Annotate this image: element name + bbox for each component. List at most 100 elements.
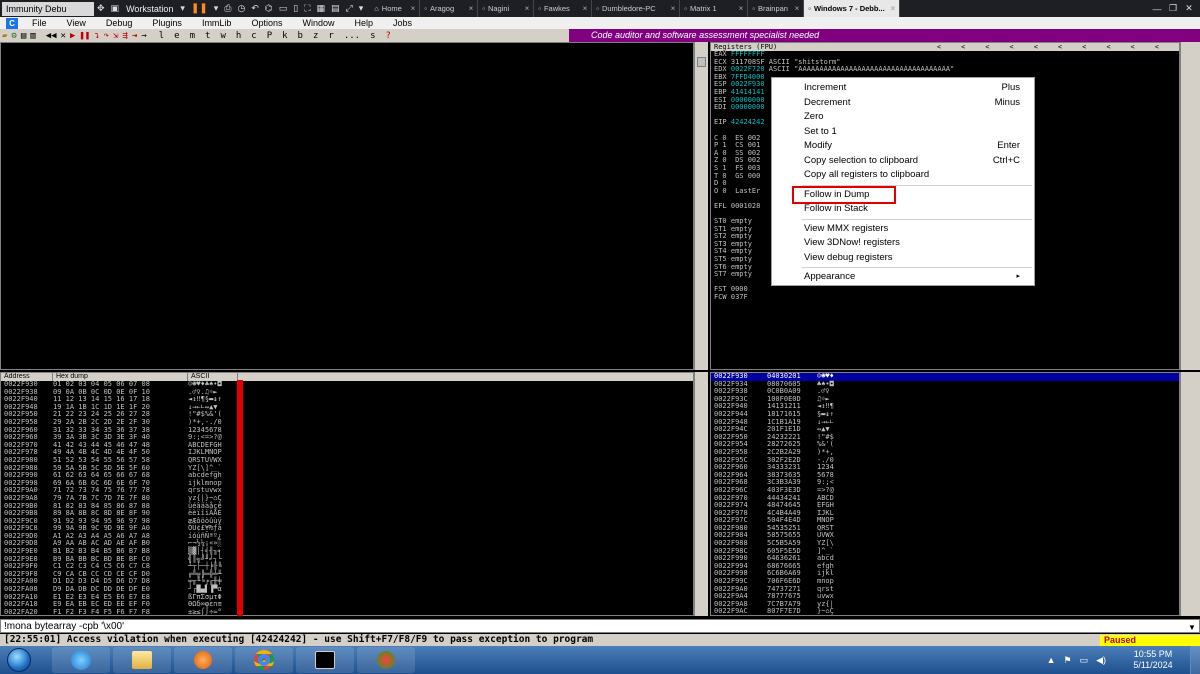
- toolbar-help[interactable]: ?: [381, 31, 396, 41]
- close-icon[interactable]: ×: [583, 0, 588, 17]
- pause-icon[interactable]: ❚❚: [188, 3, 211, 14]
- start-button[interactable]: [0, 646, 38, 674]
- taskbar-explorer[interactable]: [113, 647, 171, 673]
- vm-tab[interactable]: ▫ Aragog ×: [420, 0, 479, 17]
- toolbar-letter-p[interactable]: P: [262, 31, 277, 41]
- command-input[interactable]: !mona bytearray -cpb '\x00' ▼: [0, 619, 1200, 633]
- toolbar-letter-more[interactable]: ...: [339, 31, 365, 41]
- vm-tab[interactable]: ▫ Fawkes ×: [534, 0, 593, 17]
- header-arrows[interactable]: <<<<<<<<<<: [937, 43, 1179, 51]
- toolbar-letter-t[interactable]: t: [200, 31, 215, 41]
- step-into-icon[interactable]: ↴: [92, 31, 101, 41]
- step-over-icon[interactable]: ↷: [102, 31, 111, 41]
- toolbar-letter-k[interactable]: k: [277, 31, 292, 41]
- close-icon[interactable]: ×: [525, 0, 530, 17]
- restore-icon[interactable]: ❐: [1166, 3, 1180, 14]
- menu-item-set-to-1[interactable]: Set to 1: [772, 125, 1034, 140]
- snapshot-icon[interactable]: ◷: [234, 4, 248, 14]
- pin-icon[interactable]: ✥: [94, 4, 108, 14]
- action-center-icon[interactable]: ⚑: [1063, 655, 1071, 666]
- close-icon[interactable]: ×: [411, 0, 416, 17]
- close-icon[interactable]: ×: [795, 0, 800, 17]
- register-line[interactable]: FST 0000: [711, 286, 1179, 294]
- toolbar-letter-l[interactable]: l: [149, 31, 169, 41]
- attach-icon[interactable]: ⚙: [9, 31, 18, 41]
- menu-window[interactable]: Window: [292, 18, 344, 28]
- chevron-down-icon[interactable]: ▾: [177, 4, 188, 14]
- menu-item-increment[interactable]: Increment Plus: [772, 81, 1034, 96]
- volume-icon[interactable]: ◀): [1096, 655, 1106, 666]
- open-icon[interactable]: ▰: [0, 31, 9, 41]
- revert-icon[interactable]: ↶: [248, 4, 262, 14]
- close-icon[interactable]: ×: [739, 0, 744, 17]
- menu-item-follow-in-dump[interactable]: Follow in Dump: [792, 185, 896, 204]
- fullscreen-icon[interactable]: ⛶: [301, 4, 313, 14]
- menu-jobs[interactable]: Jobs: [383, 18, 422, 28]
- menu-item-view-debug-registers[interactable]: View debug registers: [772, 251, 1034, 266]
- trace-over-icon[interactable]: ⇶: [120, 31, 129, 41]
- goto-icon[interactable]: →: [139, 31, 148, 41]
- menu-item-copy-all[interactable]: Copy all registers to clipboard: [772, 168, 1034, 183]
- registers-scrollbar[interactable]: [1180, 42, 1200, 370]
- vm-tab[interactable]: ⌂ Home ×: [370, 0, 421, 17]
- menu-item-view-mmx[interactable]: View MMX registers: [772, 222, 1034, 237]
- toolbar-letter-m[interactable]: m: [185, 31, 200, 41]
- disassembly-scrollbar[interactable]: [694, 42, 708, 370]
- toolbar-letter-c[interactable]: c: [246, 31, 261, 41]
- ad-banner[interactable]: Code auditor and software assessment spe…: [569, 29, 1200, 42]
- vm-tab[interactable]: ▫ Nagini ×: [478, 0, 535, 17]
- chevron-down-icon[interactable]: ▼: [1187, 621, 1197, 632]
- minimize-icon[interactable]: —: [1150, 4, 1164, 14]
- menu-plugins[interactable]: Plugins: [142, 18, 192, 28]
- taskbar-cmd[interactable]: [296, 647, 354, 673]
- vm-tab[interactable]: ▫ Dumbledore-PC ×: [592, 0, 681, 17]
- stack-pane[interactable]: 0022F930 04030201 ☺☻♥♦ 0022F934 08070605 ♣♠•◘…: [710, 372, 1180, 616]
- register-value[interactable]: 00000000: [731, 103, 765, 111]
- taskbar-ie[interactable]: [52, 647, 110, 673]
- clock[interactable]: 10:55 PM 5/11/2024: [1116, 649, 1190, 671]
- menu-view[interactable]: View: [57, 18, 96, 28]
- close-icon[interactable]: ×: [469, 0, 474, 17]
- app-logo-icon[interactable]: C: [6, 17, 18, 29]
- menu-item-zero[interactable]: Zero: [772, 110, 1034, 125]
- toolbar-letter-h[interactable]: h: [231, 31, 246, 41]
- console-icon[interactable]: ▤: [328, 4, 343, 14]
- scroll-thumb[interactable]: [697, 57, 706, 67]
- close-process-icon[interactable]: ✕: [59, 31, 68, 41]
- execute-till-return-icon[interactable]: ⇥: [130, 31, 139, 41]
- register-line[interactable]: EDX 0022F720 ASCII "AAAAAAAAAAAAAAAAAAAA…: [711, 65, 1179, 74]
- trace-into-icon[interactable]: ⇲: [111, 31, 120, 41]
- close-icon[interactable]: ×: [891, 0, 896, 17]
- close-icon[interactable]: ✕: [1182, 3, 1196, 14]
- python-icon[interactable]: ▥: [28, 31, 37, 41]
- menu-item-appearance[interactable]: Appearance ▸: [772, 270, 1034, 285]
- hex-dump-pane[interactable]: Address Hex dump ASCII 0022F930 01 02 03 …: [0, 372, 694, 616]
- taskbar-immunity[interactable]: [357, 647, 415, 673]
- toolbar-letter-w[interactable]: w: [215, 31, 230, 41]
- menu-item-copy-selection[interactable]: Copy selection to clipboard Ctrl+C: [772, 154, 1034, 169]
- menu-item-modify[interactable]: Modify Enter: [772, 139, 1034, 154]
- taskbar-chrome[interactable]: [235, 647, 293, 673]
- menu-file[interactable]: File: [22, 18, 57, 28]
- split-icon[interactable]: ▯: [290, 4, 301, 14]
- chevron-down-icon[interactable]: ▾: [211, 4, 222, 14]
- toolbar-letter-r[interactable]: r: [323, 31, 338, 41]
- register-line[interactable]: FCW 037F: [711, 293, 1179, 302]
- menu-item-follow-in-stack[interactable]: Follow in Stack: [772, 202, 1034, 217]
- taskbar-media-player[interactable]: [174, 647, 232, 673]
- view-icon[interactable]: ▭: [276, 4, 291, 14]
- vm-tab-active[interactable]: ▫ Windows 7 - Debb... ×: [804, 0, 901, 17]
- close-icon[interactable]: ×: [671, 0, 676, 17]
- toolbar-letter-b[interactable]: b: [293, 31, 308, 41]
- unity-icon[interactable]: ▦: [314, 4, 329, 14]
- register-value[interactable]: 42424242: [731, 118, 765, 127]
- toolbar-letter-e[interactable]: e: [169, 31, 184, 41]
- menu-help[interactable]: Help: [345, 18, 384, 28]
- menu-immlib[interactable]: ImmLib: [192, 18, 242, 28]
- toolbar-letter-s[interactable]: s: [365, 31, 380, 41]
- pause-icon[interactable]: ❚❚: [77, 31, 92, 41]
- toolbar-letter-z[interactable]: z: [308, 31, 323, 41]
- menu-options[interactable]: Options: [241, 18, 292, 28]
- chevron-up-icon[interactable]: ▲: [1047, 655, 1056, 666]
- stack-scrollbar[interactable]: [1180, 372, 1200, 616]
